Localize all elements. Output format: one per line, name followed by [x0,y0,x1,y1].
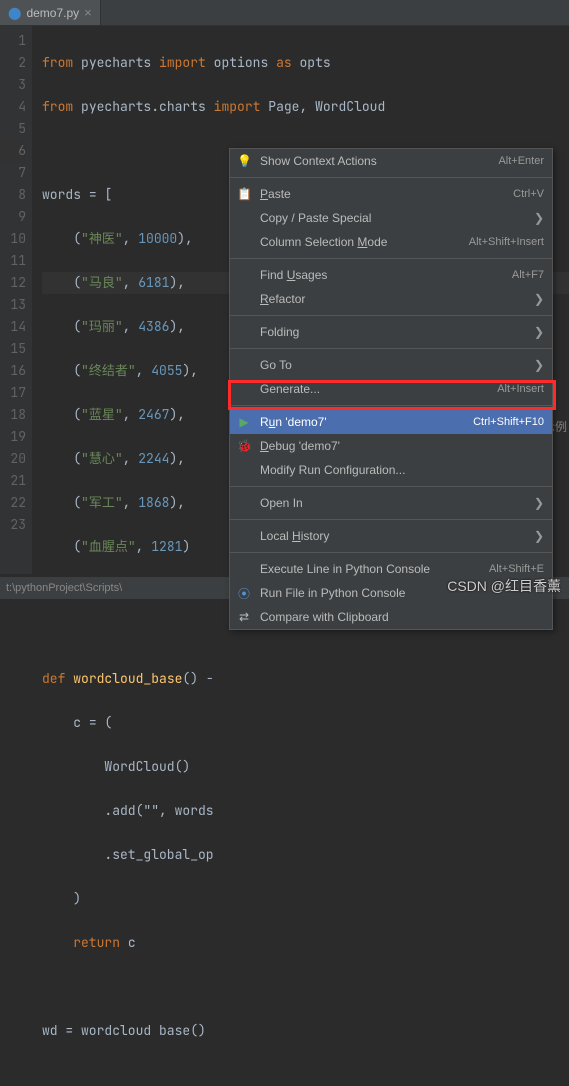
paste-icon: 📋 [237,187,251,201]
file-tab-demo7[interactable]: ⬤ demo7.py × [0,0,101,25]
menu-modify-run-config[interactable]: Modify Run Configuration... [230,458,552,482]
menu-debug[interactable]: 🐞 Debug 'demo7' [230,434,552,458]
python-file-icon: ⬤ [8,6,21,20]
chevron-right-icon: ❯ [534,358,544,372]
menu-paste[interactable]: 📋 Paste Ctrl+V [230,182,552,206]
chevron-right-icon: ❯ [534,211,544,225]
menu-compare-clipboard[interactable]: ⇄ Compare with Clipboard [230,605,552,629]
chevron-right-icon: ❯ [534,292,544,306]
close-icon[interactable]: × [84,5,92,20]
menu-separator [230,552,552,553]
play-icon: ▶ [237,415,251,429]
menu-generate[interactable]: Generate... Alt+Insert [230,377,552,401]
menu-column-selection[interactable]: Column Selection Mode Alt+Shift+Insert [230,230,552,254]
menu-folding[interactable]: Folding ❯ [230,320,552,344]
tab-bar: ⬤ demo7.py × [0,0,569,26]
menu-separator [230,486,552,487]
line-number-gutter: 12345 6 789101112 131415161718 192021222… [0,26,32,574]
status-path: t:\pythonProject\Scripts\ [6,582,122,594]
watermark: CSDN @红目香薰 [447,576,561,596]
menu-separator [230,177,552,178]
compare-icon: ⇄ [237,610,251,624]
tab-filename: demo7.py [26,6,79,20]
menu-find-usages[interactable]: Find Usages Alt+F7 [230,263,552,287]
menu-separator [230,258,552,259]
menu-separator [230,519,552,520]
menu-show-context-actions[interactable]: 💡 Show Context Actions Alt+Enter [230,149,552,173]
chevron-right-icon: ❯ [534,496,544,510]
chevron-right-icon: ❯ [534,325,544,339]
menu-separator [230,315,552,316]
menu-local-history[interactable]: Local History ❯ [230,524,552,548]
menu-copy-paste-special[interactable]: Copy / Paste Special ❯ [230,206,552,230]
bug-icon: 🐞 [237,439,251,453]
menu-refactor[interactable]: Refactor ❯ [230,287,552,311]
chevron-right-icon: ❯ [534,529,544,543]
menu-separator [230,405,552,406]
menu-goto[interactable]: Go To ❯ [230,353,552,377]
menu-run[interactable]: ▶ Run 'demo7' Ctrl+Shift+F10 [230,410,552,434]
menu-open-in[interactable]: Open In ❯ [230,491,552,515]
menu-separator [230,348,552,349]
bulb-icon: 💡 [237,154,251,168]
editor-context-menu: 💡 Show Context Actions Alt+Enter 📋 Paste… [229,148,553,630]
